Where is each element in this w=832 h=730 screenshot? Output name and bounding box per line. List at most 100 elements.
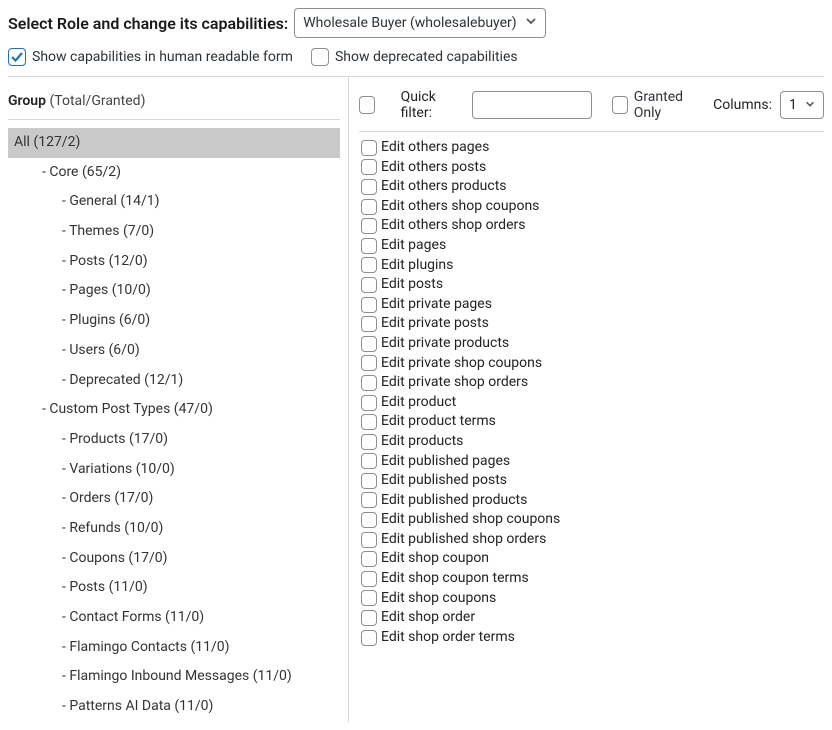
capability-label: Edit private shop orders [381, 373, 528, 393]
capability-item[interactable]: Edit posts [359, 275, 824, 295]
capability-item[interactable]: Edit shop coupon [359, 549, 824, 569]
capability-item[interactable]: Edit others shop coupons [359, 197, 824, 217]
granted-only-toggle[interactable]: Granted Only [612, 89, 701, 121]
capability-item[interactable]: Edit private products [359, 334, 824, 354]
checkbox-icon [361, 492, 377, 508]
role-select[interactable]: Wholesale Buyer (wholesalebuyer) [294, 8, 545, 38]
checkbox-icon [361, 336, 377, 352]
capability-label: Edit posts [381, 275, 443, 295]
group-tree-item[interactable]: - Variations (10/0) [8, 455, 340, 485]
group-tree-item[interactable]: - Posts (11/0) [8, 573, 340, 603]
capability-label: Edit private shop coupons [381, 354, 542, 374]
capability-label: Edit private posts [381, 314, 489, 334]
capability-label: Edit published pages [381, 452, 510, 472]
capability-item[interactable]: Edit product [359, 393, 824, 413]
select-all-checkbox[interactable] [359, 96, 375, 114]
group-panel: Group (Total/Granted) All (127/2)- Core … [8, 77, 348, 722]
page-title: Select Role and change its capabilities: [8, 14, 288, 33]
capability-item[interactable]: Edit published pages [359, 452, 824, 472]
checkbox-icon [361, 571, 377, 587]
human-readable-label: Show capabilities in human readable form [32, 49, 293, 65]
group-tree-item[interactable]: - Patterns AI Data (11/0) [8, 692, 340, 722]
capability-item[interactable]: Edit others products [359, 177, 824, 197]
checkbox-icon [361, 590, 377, 606]
checkbox-icon [361, 414, 377, 430]
deprecated-toggle[interactable]: Show deprecated capabilities [311, 48, 518, 66]
group-tree-item[interactable]: - Themes (7/0) [8, 217, 340, 247]
group-tree-item[interactable]: - Orders (17/0) [8, 484, 340, 514]
capability-item[interactable]: Edit published products [359, 491, 824, 511]
capability-label: Edit others pages [381, 138, 489, 158]
checkbox-icon [612, 96, 627, 114]
capability-item[interactable]: Edit published shop coupons [359, 510, 824, 530]
capability-item[interactable]: Edit others posts [359, 158, 824, 178]
checkbox-icon [361, 434, 377, 450]
chevron-down-icon [805, 97, 815, 113]
capability-label: Edit published shop orders [381, 530, 546, 550]
checkbox-icon [361, 140, 377, 156]
checkbox-icon [361, 277, 377, 293]
capability-item[interactable]: Edit private posts [359, 314, 824, 334]
capability-item[interactable]: Edit products [359, 432, 824, 452]
capability-label: Edit products [381, 432, 463, 452]
group-tree-item[interactable]: - Users (6/0) [8, 336, 340, 366]
group-tree-item[interactable]: - Posts (12/0) [8, 247, 340, 277]
capability-label: Edit private pages [381, 295, 492, 315]
deprecated-label: Show deprecated capabilities [335, 49, 518, 65]
capability-label: Edit shop coupons [381, 589, 496, 609]
group-tree-item[interactable]: - Core (65/2) [8, 158, 340, 188]
columns-select[interactable]: 1 [780, 91, 824, 119]
capability-label: Edit shop coupon terms [381, 569, 529, 589]
group-tree-item[interactable]: - Products (17/0) [8, 425, 340, 455]
checkbox-icon [361, 355, 377, 371]
group-tree-item[interactable]: - Coupons (17/0) [8, 544, 340, 574]
capability-item[interactable]: Edit product terms [359, 412, 824, 432]
capability-label: Edit shop order [381, 608, 475, 628]
checkbox-icon [361, 238, 377, 254]
columns-label: Columns: [713, 97, 772, 113]
group-tree-item[interactable]: - General (14/1) [8, 187, 340, 217]
capability-item[interactable]: Edit private shop coupons [359, 354, 824, 374]
capability-item[interactable]: Edit others pages [359, 138, 824, 158]
checkbox-icon [361, 532, 377, 548]
capability-item[interactable]: Edit plugins [359, 256, 824, 276]
capability-label: Edit others products [381, 177, 507, 197]
group-tree: All (127/2)- Core (65/2)- General (14/1)… [8, 128, 340, 722]
capability-item[interactable]: Edit shop order terms [359, 628, 824, 648]
capability-item[interactable]: Edit private pages [359, 295, 824, 315]
group-tree-item[interactable]: - Contact Forms (11/0) [8, 603, 340, 633]
capability-item[interactable]: Edit pages [359, 236, 824, 256]
capability-item[interactable]: Edit published posts [359, 471, 824, 491]
group-tree-item[interactable]: - Flamingo Contacts (11/0) [8, 633, 340, 663]
group-tree-item[interactable]: - Pages (10/0) [8, 276, 340, 306]
capability-item[interactable]: Edit published shop orders [359, 530, 824, 550]
capability-label: Edit published posts [381, 471, 507, 491]
checkbox-icon [361, 551, 377, 567]
checkbox-icon [361, 179, 377, 195]
checkbox-icon [361, 453, 377, 469]
chevron-down-icon [525, 15, 537, 31]
group-tree-item[interactable]: - Refunds (10/0) [8, 514, 340, 544]
quick-filter-label: Quick filter: [401, 89, 461, 121]
group-tree-item[interactable]: - Custom Post Types (47/0) [8, 395, 340, 425]
checkbox-icon [361, 473, 377, 489]
capability-label: Edit shop coupon [381, 549, 489, 569]
human-readable-toggle[interactable]: Show capabilities in human readable form [8, 48, 293, 66]
capability-item[interactable]: Edit shop coupon terms [359, 569, 824, 589]
group-tree-item[interactable]: All (127/2) [8, 128, 340, 158]
capability-item[interactable]: Edit shop coupons [359, 589, 824, 609]
checkbox-icon [361, 199, 377, 215]
capability-label: Edit pages [381, 236, 446, 256]
capability-item[interactable]: Edit others shop orders [359, 216, 824, 236]
role-select-value: Wholesale Buyer (wholesalebuyer) [303, 15, 516, 31]
checkbox-icon [361, 297, 377, 313]
group-tree-item[interactable]: - Plugins (6/0) [8, 306, 340, 336]
checkbox-icon [361, 257, 377, 273]
quick-filter-input[interactable] [472, 91, 592, 119]
checkbox-icon [361, 630, 377, 646]
capability-item[interactable]: Edit shop order [359, 608, 824, 628]
group-tree-item[interactable]: - Flamingo Inbound Messages (11/0) [8, 662, 340, 692]
group-tree-item[interactable]: - Deprecated (12/1) [8, 366, 340, 396]
checkbox-icon [361, 316, 377, 332]
capability-item[interactable]: Edit private shop orders [359, 373, 824, 393]
